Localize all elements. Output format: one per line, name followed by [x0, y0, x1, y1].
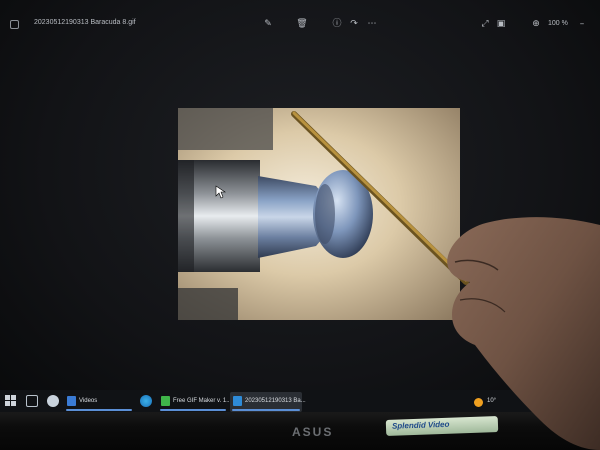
- taskbar-item-photos[interactable]: 20230512190313 Ba...: [230, 392, 306, 412]
- monitor-screen: 20230512190313 Baracuda 8.gif ✎ 🗑 ⓘ ↷ ⋯ …: [0, 0, 600, 415]
- widgets-icon[interactable]: [47, 395, 59, 407]
- more-icon[interactable]: ⋯: [366, 17, 378, 31]
- share-icon[interactable]: ↷: [348, 17, 360, 31]
- weather-temperature: 10°: [487, 398, 497, 404]
- monitor-brand-logo: ASUS: [292, 425, 334, 439]
- photos-app-icon: [10, 20, 19, 29]
- trash-icon[interactable]: 🗑: [296, 17, 308, 31]
- gif-maker-icon: [161, 396, 170, 406]
- task-view-icon[interactable]: [26, 395, 38, 407]
- photos-icon: [233, 396, 242, 406]
- minimize-icon[interactable]: –: [576, 17, 588, 31]
- taskbar-item-gif-maker[interactable]: Free GIF Maker v. 1...: [158, 392, 231, 412]
- zoom-level: 100 %: [548, 20, 568, 27]
- file-title: 20230512190313 Baracuda 8.gif: [34, 19, 136, 26]
- info-icon[interactable]: ⓘ: [331, 17, 343, 31]
- photos-title-bar: 20230512190313 Baracuda 8.gif ✎ 🗑 ⓘ ↷ ⋯ …: [0, 14, 600, 38]
- edge-browser-icon[interactable]: [140, 395, 152, 407]
- zoom-in-icon[interactable]: ⊕: [530, 17, 542, 31]
- weather-icon[interactable]: [474, 398, 483, 407]
- taskbar: Videos Free GIF Maker v. 1... 2023051219…: [0, 390, 600, 414]
- lathe-workpiece-photo: [178, 108, 460, 320]
- viewer-image: [178, 108, 460, 320]
- windows-start-icon[interactable]: [5, 395, 17, 407]
- fit-screen-icon[interactable]: ▣: [495, 17, 507, 31]
- folder-icon: [67, 396, 76, 406]
- taskbar-item-videos[interactable]: Videos: [64, 392, 134, 412]
- expand-icon[interactable]: ⤢: [479, 17, 491, 31]
- edit-image-icon[interactable]: ✎: [262, 17, 274, 31]
